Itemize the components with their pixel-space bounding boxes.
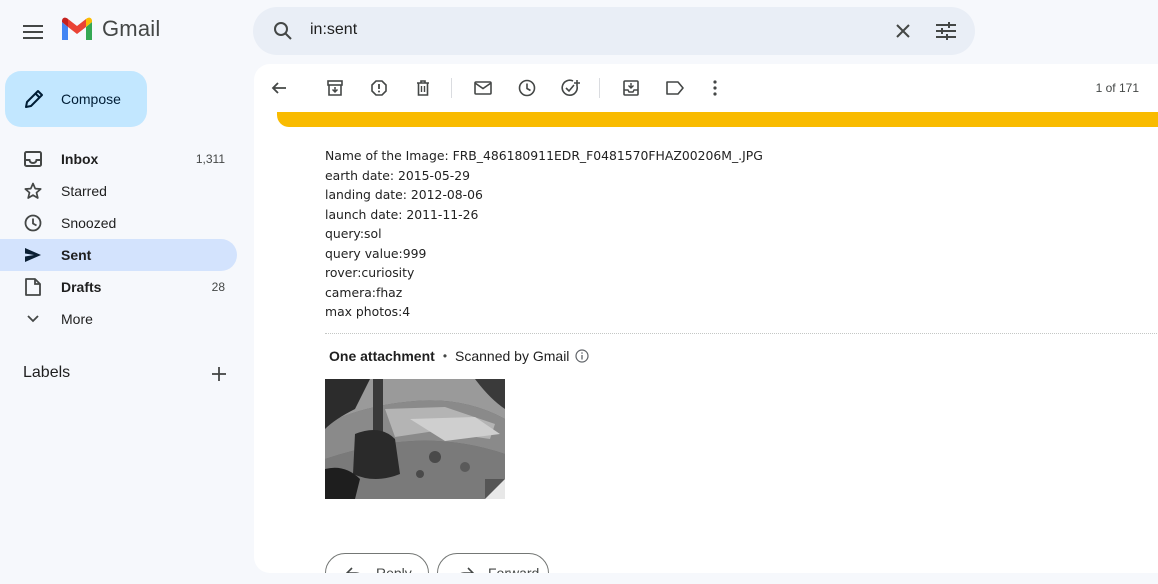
mail-icon [474, 81, 492, 95]
body-line: earth date: 2015-05-29 [325, 167, 471, 183]
arrow-back-icon [271, 82, 286, 94]
app-name: Gmail [102, 16, 161, 41]
sidebar-item-label: Inbox [61, 151, 99, 167]
attachment-count: One attachment [329, 348, 435, 364]
clock-icon [518, 79, 536, 97]
body-line: max photos:4 [325, 304, 411, 319]
tune-icon [936, 22, 956, 40]
send-icon [23, 245, 43, 265]
star-icon [23, 181, 43, 201]
pagination-label: 1 of 171 [1095, 81, 1139, 95]
sidebar-item-label: Starred [61, 183, 107, 199]
toolbar-divider [451, 78, 452, 98]
message-toolbar: 1 of 171 [254, 64, 1158, 112]
more-vert-icon [713, 80, 717, 96]
clear-search-button[interactable] [885, 13, 921, 49]
sidebar-item-label: Snoozed [61, 215, 117, 231]
mars-photo-image [325, 379, 505, 499]
forward-label: Forward [488, 565, 540, 573]
gmail-logo[interactable]: Gmail [60, 16, 160, 42]
attachment-header: One attachment • Scanned by Gmail [329, 348, 590, 364]
inbox-icon [23, 149, 43, 169]
labels-section: Labels [23, 362, 237, 386]
sidebar-item-more[interactable]: More [0, 303, 237, 335]
more-options-button[interactable] [699, 72, 731, 104]
body-line: landing date: 2012-08-06 [325, 187, 483, 202]
toolbar-divider [599, 78, 600, 98]
snooze-button[interactable] [511, 72, 543, 104]
compose-button[interactable]: Compose [5, 71, 147, 127]
reply-label: Reply [376, 565, 412, 573]
search-bar[interactable]: in:sent [253, 7, 975, 55]
trash-icon [417, 80, 429, 96]
back-button[interactable] [263, 72, 295, 104]
move-to-icon [623, 80, 639, 96]
scan-label: Scanned by Gmail [455, 348, 570, 364]
body-line: query value:999 [325, 245, 427, 261]
reply-icon [346, 567, 360, 573]
search-input[interactable]: in:sent [310, 21, 357, 39]
body-line: Name of the Image: FRB_486180911EDR_F048… [325, 148, 763, 163]
pencil-icon [22, 87, 46, 111]
hamburger-icon [23, 25, 43, 39]
body-line: launch date: 2011-11-26 [325, 206, 479, 222]
info-icon[interactable] [575, 349, 590, 363]
sidebar-item-label: Sent [61, 247, 92, 263]
labels-button[interactable] [659, 72, 691, 104]
sidebar-item-inbox[interactable]: Inbox 1,311 [0, 143, 237, 175]
attachment-thumbnail[interactable] [325, 379, 505, 499]
sidebar-item-label: Drafts [61, 279, 102, 295]
top-bar: Gmail in:sent [0, 0, 1158, 64]
gmail-logo-icon [62, 17, 92, 40]
message-body: Name of the Image: FRB_486180911EDR_F048… [325, 146, 763, 322]
add-label-button[interactable] [207, 362, 231, 386]
search-icon [274, 22, 292, 40]
forward-icon [460, 567, 474, 573]
sidebar-item-sent[interactable]: Sent [0, 239, 237, 271]
label-icon [666, 81, 684, 95]
body-line: rover:curiosity [325, 265, 415, 280]
add-to-tasks-button[interactable] [555, 72, 587, 104]
separator-dot: • [442, 349, 448, 363]
sidebar-item-label: More [61, 311, 93, 327]
archive-button[interactable] [319, 72, 351, 104]
delete-button[interactable] [407, 72, 439, 104]
body-line: query:sol [325, 226, 382, 241]
warning-banner [277, 112, 1158, 127]
report-spam-button[interactable] [363, 72, 395, 104]
close-icon [896, 24, 910, 38]
reply-button[interactable]: Reply [325, 553, 429, 573]
spam-icon [371, 80, 387, 96]
search-button[interactable] [265, 13, 301, 49]
sidebar-nav: Inbox 1,311 Starred Snoozed Sent Drafts … [0, 143, 237, 335]
move-to-button[interactable] [615, 72, 647, 104]
sidebar-item-drafts[interactable]: Drafts 28 [0, 271, 237, 303]
unread-count: 1,311 [195, 152, 225, 166]
search-options-button[interactable] [928, 13, 964, 49]
clock-icon [23, 213, 43, 233]
mark-unread-button[interactable] [467, 72, 499, 104]
add-task-icon [561, 79, 580, 97]
sidebar-item-snoozed[interactable]: Snoozed [0, 207, 237, 239]
labels-heading: Labels [23, 364, 71, 381]
plus-icon [212, 367, 226, 381]
forward-button[interactable]: Forward [437, 553, 549, 573]
draft-count: 28 [211, 280, 225, 294]
attachment-divider [325, 333, 1158, 334]
compose-label: Compose [61, 91, 121, 107]
draft-icon [23, 277, 43, 297]
sidebar-item-starred[interactable]: Starred [0, 175, 237, 207]
main-menu-button[interactable] [12, 11, 54, 53]
archive-icon [327, 80, 343, 96]
body-line: camera:fhaz [325, 284, 403, 300]
message-view: 1 of 171 Name of the Image: FRB_48618091… [254, 64, 1158, 573]
chevron-down-icon [23, 309, 43, 329]
